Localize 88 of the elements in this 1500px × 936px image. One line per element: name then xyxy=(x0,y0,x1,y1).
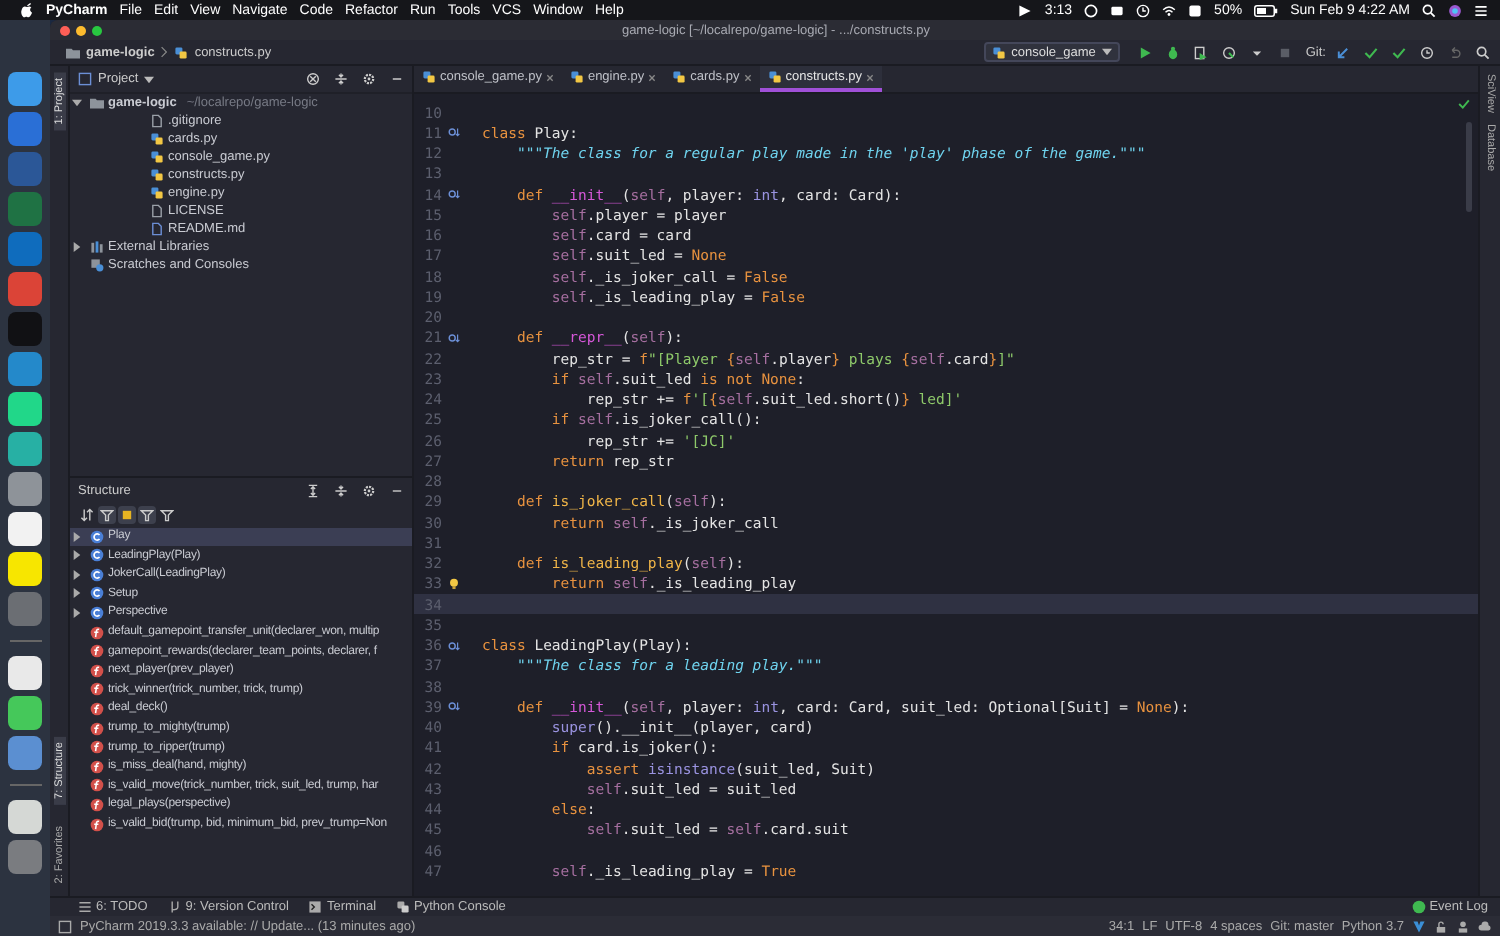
override-marker-icon[interactable] xyxy=(447,700,459,713)
update-arrow-icon[interactable] xyxy=(1336,45,1350,59)
function-icon xyxy=(90,701,104,716)
profile-icon[interactable] xyxy=(1221,45,1236,59)
filter-toggle[interactable] xyxy=(78,505,96,523)
python-file-icon xyxy=(174,45,189,59)
app-icon[interactable] xyxy=(8,432,42,466)
close-button[interactable] xyxy=(60,25,70,35)
filter-toggle[interactable] xyxy=(138,505,156,523)
lock-icon[interactable] xyxy=(1434,919,1448,933)
filter-toggle[interactable] xyxy=(118,505,136,523)
folder-icon xyxy=(90,96,104,110)
function-icon xyxy=(90,817,104,831)
function-icon xyxy=(90,682,104,697)
undo-icon[interactable] xyxy=(1448,45,1462,59)
override-marker-icon[interactable] xyxy=(447,331,459,344)
settings-icon[interactable] xyxy=(362,72,376,86)
class-icon xyxy=(90,586,104,601)
close-icon[interactable] xyxy=(648,73,657,81)
class-icon xyxy=(90,529,104,544)
minimize-button[interactable] xyxy=(76,25,86,35)
function-icon xyxy=(90,778,104,793)
expand-arrow-icon[interactable] xyxy=(72,98,82,108)
display-icon[interactable] xyxy=(1110,3,1125,17)
branch-icon xyxy=(167,900,182,914)
coverage-icon[interactable] xyxy=(1193,45,1208,59)
filter-toggle[interactable] xyxy=(98,505,116,523)
function-icon xyxy=(90,644,104,659)
function-icon xyxy=(90,663,104,678)
override-marker-icon[interactable] xyxy=(447,639,459,652)
menu-list-icon[interactable] xyxy=(1474,3,1488,17)
wifi-icon[interactable] xyxy=(1162,3,1177,17)
close-icon[interactable] xyxy=(743,73,752,81)
class-icon xyxy=(90,548,104,563)
app-icon[interactable] xyxy=(8,392,42,426)
python-file-icon xyxy=(672,70,687,84)
event-log-icon xyxy=(1411,900,1426,914)
override-marker-icon[interactable] xyxy=(447,188,459,201)
function-icon xyxy=(90,721,104,736)
app-icon[interactable] xyxy=(8,696,42,730)
function-icon xyxy=(90,740,104,755)
zoom-button[interactable] xyxy=(92,25,102,35)
bug-icon[interactable] xyxy=(1165,45,1180,59)
circle-status-icon[interactable] xyxy=(1084,3,1099,17)
filter-toggle[interactable] xyxy=(158,505,176,523)
function-icon xyxy=(90,759,104,774)
python-file-icon xyxy=(569,70,584,84)
folder-icon xyxy=(66,45,80,59)
library-icon xyxy=(90,240,104,254)
close-icon[interactable] xyxy=(866,73,875,81)
search-icon[interactable] xyxy=(1476,45,1490,59)
function-icon xyxy=(90,797,104,812)
minimize-icon[interactable] xyxy=(390,72,404,86)
app-icon[interactable] xyxy=(8,656,42,690)
class-icon xyxy=(90,605,104,620)
cloud-icon[interactable] xyxy=(1478,919,1492,933)
project-icon xyxy=(78,72,92,86)
run-icon[interactable] xyxy=(1137,45,1152,59)
python-console-icon xyxy=(396,900,411,914)
document-icon xyxy=(150,114,164,128)
expand-arrow-icon[interactable] xyxy=(72,242,82,252)
apple-logo-icon[interactable] xyxy=(20,2,34,18)
caret-icon xyxy=(1101,48,1112,56)
collapse-icon[interactable] xyxy=(334,72,348,86)
python-file-icon xyxy=(422,70,436,84)
battery-icon[interactable] xyxy=(1254,3,1279,17)
collapse-icon[interactable] xyxy=(334,483,348,497)
list-icon xyxy=(78,900,92,914)
clock-icon[interactable] xyxy=(1136,3,1151,17)
locate-icon[interactable] xyxy=(306,72,320,86)
expand-all-icon[interactable] xyxy=(306,483,320,497)
history-icon[interactable] xyxy=(1420,45,1434,59)
chevron-icon xyxy=(160,46,169,58)
override-marker-icon[interactable] xyxy=(447,126,459,139)
python-file-icon xyxy=(991,45,1006,59)
scratch-icon xyxy=(90,258,104,272)
layout-toggle-icon[interactable] xyxy=(58,919,72,933)
close-icon[interactable] xyxy=(545,73,554,81)
function-icon xyxy=(90,625,104,640)
lightbulb-icon[interactable] xyxy=(447,577,459,590)
caret-icon[interactable] xyxy=(144,75,155,83)
app-icon[interactable] xyxy=(8,552,42,586)
settings-icon[interactable] xyxy=(362,483,376,497)
app-icon[interactable] xyxy=(8,512,42,546)
inspection-ok-icon xyxy=(1458,98,1470,110)
python-file-icon xyxy=(767,70,782,84)
app-icon[interactable] xyxy=(8,800,42,834)
class-icon xyxy=(90,567,104,582)
